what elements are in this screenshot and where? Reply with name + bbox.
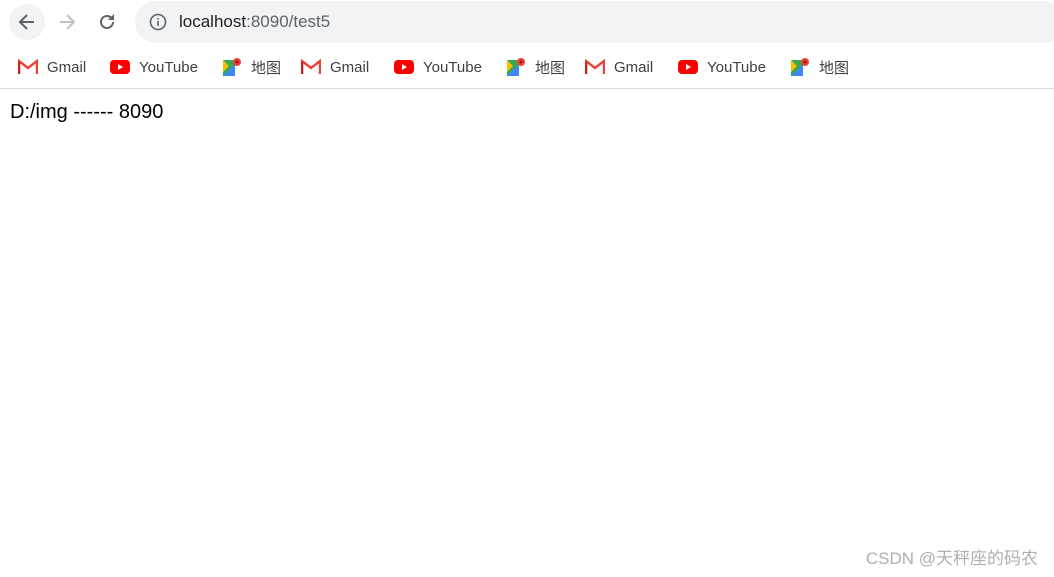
reload-button[interactable] — [89, 4, 125, 40]
arrow-right-icon — [60, 14, 76, 30]
bookmark-label: YouTube — [707, 58, 766, 76]
bookmark-label: 地图 — [819, 59, 850, 77]
bookmark-label: Gmail — [330, 58, 370, 76]
back-button[interactable] — [9, 4, 45, 40]
bookmark-label: 地图 — [251, 59, 282, 77]
bookmarks-bar: Gmail YouTube 地图 Gmail YouTube 地图 Gmail YouTube… — [0, 52, 1054, 82]
reload-icon — [100, 14, 114, 29]
youtube-icon — [678, 60, 707, 74]
arrow-left-icon — [18, 14, 34, 30]
bookmark-youtube[interactable]: YouTube — [110, 52, 198, 82]
bookmark-label: YouTube — [423, 58, 482, 76]
bookmark-label: Gmail — [47, 58, 87, 76]
bookmark-地图[interactable]: 地图 — [506, 52, 565, 82]
browser-toolbar: localhost:8090/test5 — [0, 0, 1054, 44]
maps-icon — [222, 57, 251, 77]
url-host: localhost — [179, 12, 247, 31]
bookmark-地图[interactable]: 地图 — [790, 52, 849, 82]
page-text: D:/img ------ 8090 — [10, 101, 164, 123]
gmail-icon — [585, 59, 614, 75]
bookmark-gmail[interactable]: Gmail — [585, 52, 653, 82]
watermark: CSDN @天秤座的码农 — [865, 549, 1038, 568]
maps-icon — [790, 57, 819, 77]
bookmark-地图[interactable]: 地图 — [222, 52, 281, 82]
youtube-icon — [110, 60, 139, 74]
forward-button[interactable] — [49, 4, 85, 40]
url-path: :8090/test5 — [246, 12, 331, 31]
gmail-icon — [301, 59, 330, 75]
bookmark-label: YouTube — [139, 58, 198, 76]
divider — [0, 88, 1054, 89]
bookmark-label: Gmail — [614, 58, 654, 76]
info-icon — [149, 13, 167, 31]
address-bar[interactable]: localhost:8090/test5 — [135, 1, 1054, 43]
bookmark-gmail[interactable]: Gmail — [301, 52, 369, 82]
bookmark-label: 地图 — [535, 59, 566, 77]
youtube-icon — [394, 60, 423, 74]
bookmark-youtube[interactable]: YouTube — [678, 52, 766, 82]
bookmark-youtube[interactable]: YouTube — [394, 52, 482, 82]
url-text: localhost:8090/test5 — [179, 12, 330, 32]
bookmark-gmail[interactable]: Gmail — [18, 52, 86, 82]
gmail-icon — [18, 59, 47, 75]
maps-icon — [506, 57, 535, 77]
